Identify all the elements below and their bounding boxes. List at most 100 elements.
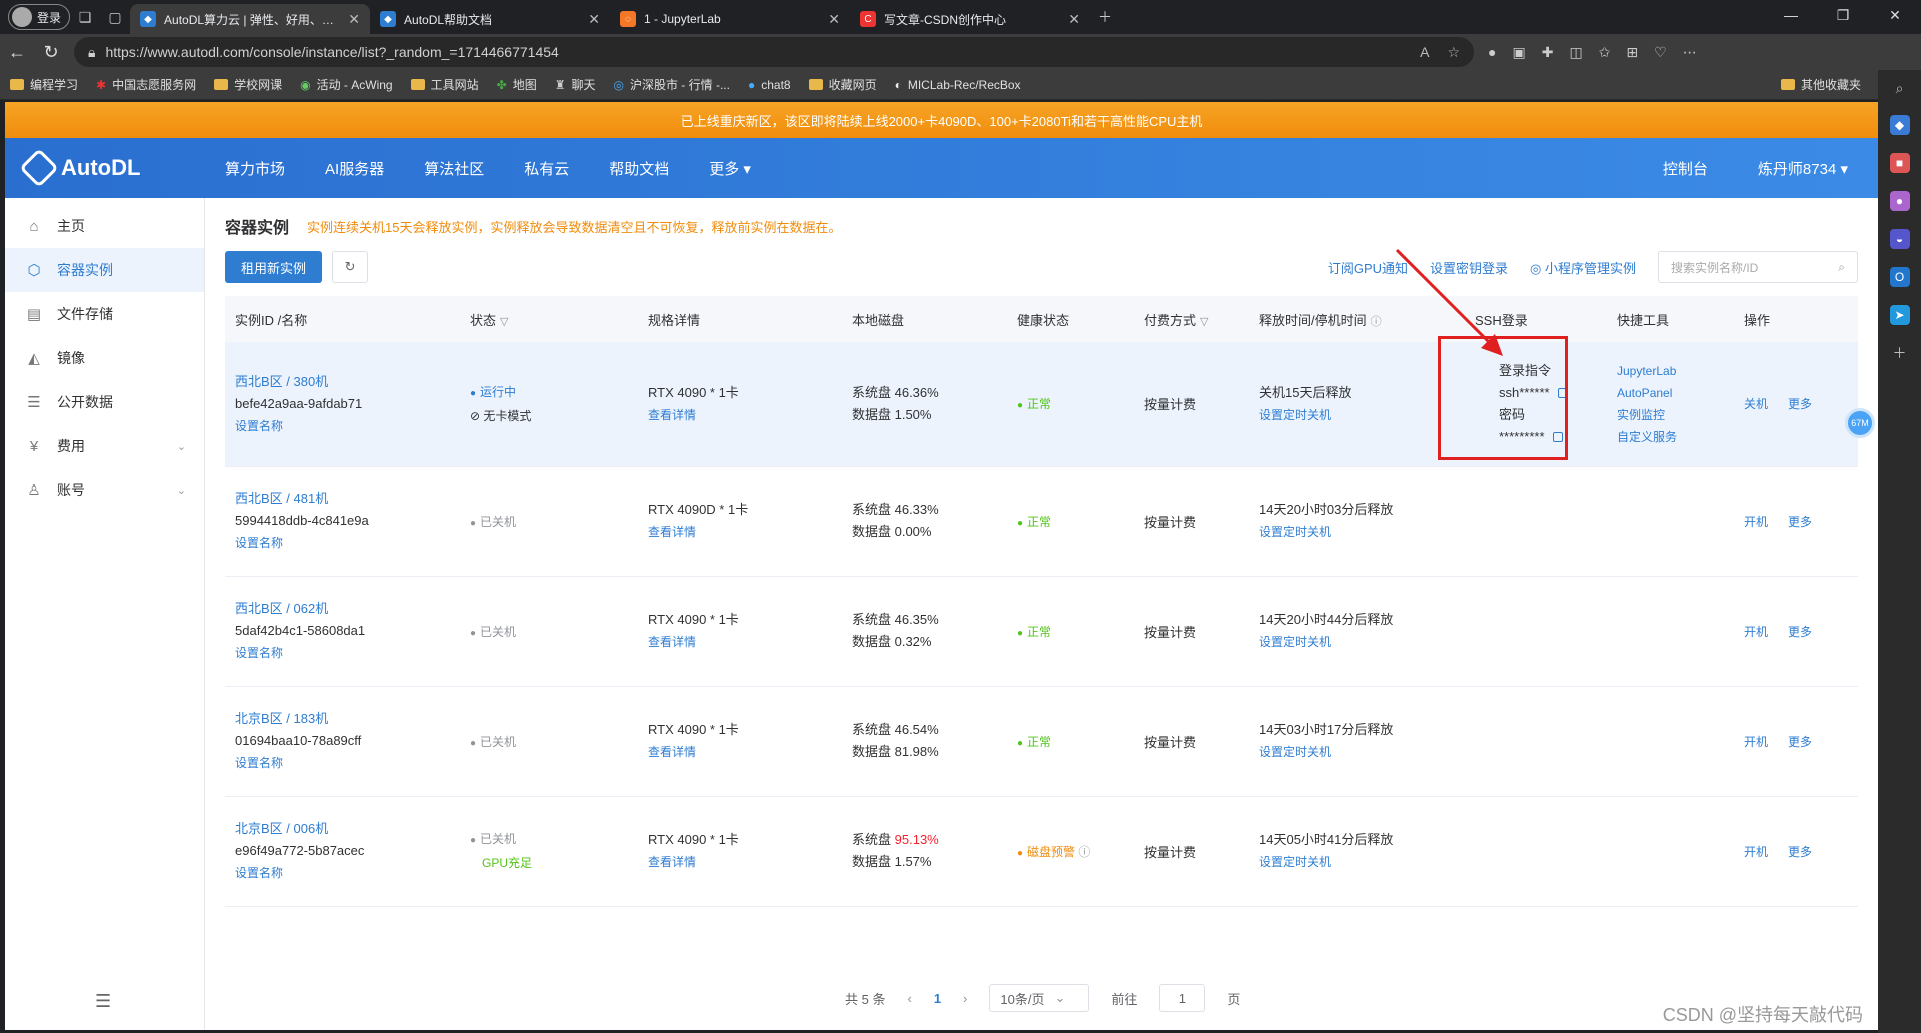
custom-service-link[interactable]: 自定义服务: [1617, 426, 1734, 448]
set-name-link[interactable]: 设置名称: [235, 752, 460, 774]
nav-algorithm-community[interactable]: 算法社区: [424, 158, 484, 179]
monitor-link[interactable]: 实例监控: [1617, 404, 1734, 426]
set-name-link[interactable]: 设置名称: [235, 642, 460, 664]
instance-region[interactable]: 北京B区 / 183机: [235, 708, 460, 730]
close-tab-icon[interactable]: ✕: [1068, 11, 1080, 28]
more-button[interactable]: 更多: [1788, 515, 1812, 529]
more-button[interactable]: 更多: [1788, 397, 1812, 411]
tag-icon[interactable]: ◆: [1889, 115, 1910, 135]
power-on-button[interactable]: 开机: [1744, 735, 1768, 749]
set-name-link[interactable]: 设置名称: [235, 532, 460, 554]
add-icon[interactable]: ＋: [1893, 343, 1907, 363]
more-button[interactable]: 更多: [1788, 735, 1812, 749]
puzzle-icon[interactable]: ✚: [1542, 44, 1554, 61]
prev-page-icon[interactable]: ‹: [907, 991, 911, 1006]
sidebar-item-containers[interactable]: ⬡ 容器实例: [5, 248, 204, 292]
set-timer-link[interactable]: 设置定时关机: [1259, 521, 1465, 543]
instance-region[interactable]: 西北B区 / 380机: [235, 371, 460, 393]
help-icon[interactable]: ⓘ: [1371, 316, 1382, 328]
jupyterlab-link[interactable]: JupyterLab: [1617, 360, 1734, 382]
url-field[interactable]: 🔒︎ https://www.autodl.com/console/instan…: [74, 37, 1474, 67]
power-on-button[interactable]: 开机: [1744, 515, 1768, 529]
nav-more[interactable]: 更多 ▾: [709, 158, 751, 179]
outlook-icon[interactable]: O: [1889, 267, 1910, 287]
bookmark[interactable]: 学校网课: [214, 76, 282, 93]
view-detail-link[interactable]: 查看详情: [648, 521, 842, 543]
bookmark[interactable]: ♜ 聊天: [555, 76, 596, 93]
shutdown-button[interactable]: 关机: [1744, 397, 1768, 411]
more-button[interactable]: 更多: [1788, 845, 1812, 859]
favorite-star-icon[interactable]: ☆: [1447, 44, 1460, 61]
close-tab-icon[interactable]: ✕: [348, 11, 360, 28]
sidebar-item-account[interactable]: ♙ 账号 ⌄: [5, 468, 204, 512]
page-size-select[interactable]: 10条/页 ⌄: [989, 984, 1090, 1012]
send-icon[interactable]: ➤: [1889, 305, 1910, 325]
sidebar-item-billing[interactable]: ¥ 费用 ⌄: [5, 424, 204, 468]
workspaces-icon[interactable]: ❏: [70, 2, 100, 32]
set-name-link[interactable]: 设置名称: [235, 862, 460, 884]
filter-icon[interactable]: ▽: [1200, 316, 1208, 328]
collapse-sidebar-icon[interactable]: ☰: [95, 991, 111, 1012]
tab-autodl-help[interactable]: ◆ AutoDL帮助文档 ✕: [370, 4, 610, 34]
nav-help-docs[interactable]: 帮助文档: [609, 158, 669, 179]
search-icon[interactable]: ⌕: [1896, 80, 1904, 97]
bookmark-other[interactable]: 其他收藏夹: [1780, 76, 1861, 93]
traffic-badge[interactable]: 67M: [1845, 408, 1875, 438]
instance-region[interactable]: 西北B区 / 481机: [235, 488, 460, 510]
set-timer-link[interactable]: 设置定时关机: [1259, 404, 1465, 426]
sidebar-item-images[interactable]: ◭ 镜像: [5, 336, 204, 380]
col-status[interactable]: 状态 ▽: [460, 296, 638, 342]
set-timer-link[interactable]: 设置定时关机: [1259, 851, 1465, 873]
power-on-button[interactable]: 开机: [1744, 625, 1768, 639]
view-detail-link[interactable]: 查看详情: [648, 404, 842, 426]
menu-icon[interactable]: ⋯: [1683, 44, 1697, 61]
next-page-icon[interactable]: ›: [963, 991, 967, 1006]
bookmark[interactable]: 收藏网页: [808, 76, 877, 93]
close-tab-icon[interactable]: ✕: [828, 11, 840, 28]
extension-icon[interactable]: ▣: [1512, 44, 1525, 61]
favorites-icon[interactable]: ✩: [1599, 44, 1611, 61]
nav-private-cloud[interactable]: 私有云: [524, 158, 569, 179]
view-detail-link[interactable]: 查看详情: [648, 851, 842, 873]
toolbox-icon[interactable]: ■: [1889, 153, 1910, 173]
view-detail-link[interactable]: 查看详情: [648, 631, 842, 653]
col-billing[interactable]: 付费方式 ▽: [1134, 296, 1249, 342]
rent-new-instance-button[interactable]: 租用新实例: [225, 251, 323, 283]
tab-actions-icon[interactable]: ▢: [100, 2, 130, 32]
miniprogram-link[interactable]: ◎ 小程序管理实例: [1530, 258, 1636, 277]
restore-icon[interactable]: ❐: [1817, 0, 1869, 30]
browser-essentials-icon[interactable]: ♡: [1654, 44, 1667, 61]
help-icon[interactable]: ⓘ: [1078, 845, 1090, 859]
sidebar-item-public-data[interactable]: ☰ 公开数据: [5, 380, 204, 424]
bookmark[interactable]: ● chat8: [748, 78, 791, 92]
reload-icon[interactable]: ↻: [34, 37, 68, 67]
user-menu[interactable]: 炼丹师8734 ▾: [1758, 158, 1848, 179]
power-on-button[interactable]: 开机: [1744, 845, 1768, 859]
tab-csdn[interactable]: C 写文章-CSDN创作中心 ✕: [850, 4, 1090, 34]
view-detail-link[interactable]: 查看详情: [648, 741, 842, 763]
collections-icon[interactable]: ⊞: [1626, 44, 1638, 61]
back-icon[interactable]: ←: [0, 37, 34, 67]
bookmark[interactable]: 工具网站: [410, 76, 479, 93]
refresh-icon[interactable]: ↻: [332, 251, 369, 283]
tab-autodl[interactable]: ◆ AutoDL算力云 | 弹性、好用、省钱... ✕: [130, 4, 371, 34]
extension-icon[interactable]: ●: [1488, 44, 1496, 61]
logo[interactable]: AutoDL: [19, 148, 225, 188]
search-input[interactable]: 搜索实例名称/ID ⌕: [1658, 251, 1858, 283]
page-number[interactable]: 1: [934, 991, 941, 1006]
close-tab-icon[interactable]: ✕: [588, 11, 600, 28]
set-name-link[interactable]: 设置名称: [235, 415, 460, 437]
split-screen-icon[interactable]: ◫: [1569, 44, 1582, 61]
people-icon[interactable]: ●: [1889, 191, 1910, 211]
bookmark[interactable]: ◉ 活动 - AcWing: [300, 76, 393, 93]
sidebar-item-home[interactable]: ⌂ 主页: [5, 204, 204, 248]
bookmark[interactable]: ✱ 中国志愿服务网: [96, 76, 196, 93]
profile-button[interactable]: 登录: [8, 4, 71, 30]
read-aloud-icon[interactable]: A: [1420, 44, 1429, 61]
minimize-icon[interactable]: —: [1765, 0, 1817, 30]
sidebar-item-storage[interactable]: ▤ 文件存储: [5, 292, 204, 336]
tab-jupyterlab[interactable]: ◌ 1 - JupyterLab ✕: [610, 4, 850, 34]
goto-page-input[interactable]: 1: [1159, 984, 1206, 1012]
bookmark[interactable]: ◐ MICLab-Rec/RecBox: [895, 78, 1021, 92]
set-timer-link[interactable]: 设置定时关机: [1259, 631, 1465, 653]
